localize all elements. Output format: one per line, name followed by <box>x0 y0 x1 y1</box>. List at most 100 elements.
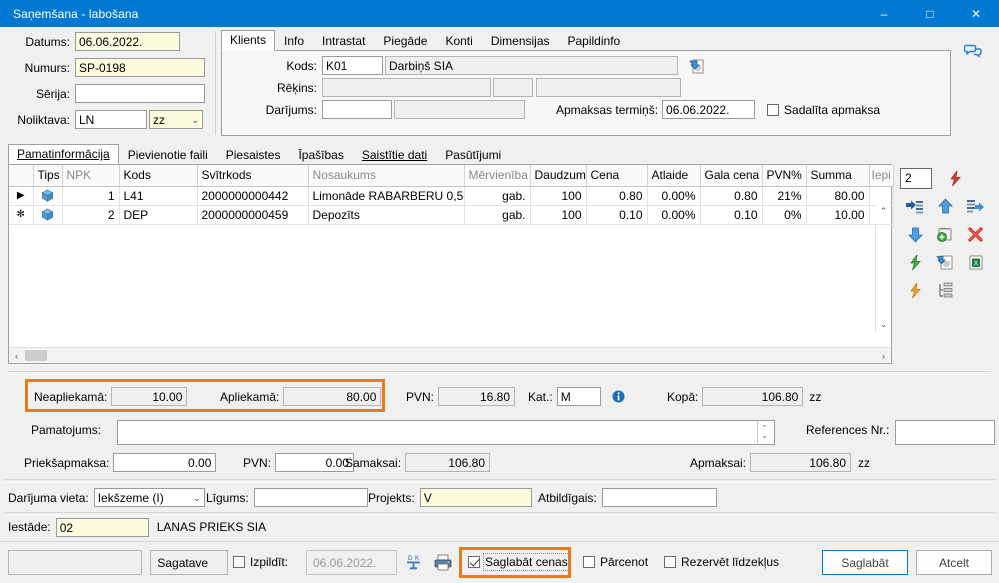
grid-vertical-scrollbar[interactable]: ⌃ ⌄ <box>875 203 891 332</box>
scroll-right-icon[interactable]: › <box>876 351 891 361</box>
excel-export-icon[interactable]: X <box>960 248 990 276</box>
blue-down-arrow-icon[interactable] <box>900 220 930 248</box>
col-svitrkods[interactable]: Svītrkods <box>197 165 309 187</box>
kat-input[interactable]: M <box>556 387 601 406</box>
minimize-icon[interactable]: – <box>861 0 907 27</box>
prieksapmaksa-input[interactable]: 0.00 <box>113 453 217 472</box>
tab-papildinfo[interactable]: Papildinfo <box>559 31 630 51</box>
datums-input[interactable]: 06.06.2022. <box>75 32 180 51</box>
kods-input[interactable]: K01 <box>322 56 383 75</box>
print-icon[interactable] <box>433 553 453 575</box>
saglabat-cenas-checkbox[interactable]: Saglabāt cenas <box>468 553 570 571</box>
tab-saistitie-dati[interactable]: Saistītie dati <box>353 145 436 165</box>
close-icon[interactable]: ✕ <box>953 0 999 27</box>
col-nosaukums[interactable]: Nosaukums <box>308 165 465 187</box>
info-icon[interactable] <box>612 390 625 403</box>
scroll-down-icon[interactable]: ⌄ <box>876 317 891 332</box>
scroll-left-icon[interactable]: ‹ <box>9 351 24 361</box>
parcenot-checkbox[interactable]: Pārcenot <box>583 555 648 569</box>
tab-info[interactable]: Info <box>275 31 313 51</box>
col-kods[interactable]: Kods <box>119 165 198 187</box>
izpildit-checkbox[interactable]: Izpildīt: <box>233 555 288 569</box>
col-tips[interactable]: Tips <box>33 165 63 187</box>
row-marker: ▶ <box>9 186 34 206</box>
col-gala-cena[interactable]: Gala cena <box>700 165 763 187</box>
cell-kods: DEP <box>119 205 198 225</box>
chat-bubbles-icon[interactable] <box>960 40 986 62</box>
darijuma-vieta-combo[interactable]: Iekšzeme (I) ⌄ <box>93 488 205 507</box>
add-document-icon[interactable] <box>930 220 960 248</box>
tree-list-icon[interactable] <box>930 276 960 304</box>
serija-input[interactable] <box>75 84 205 103</box>
rekins-input-3[interactable] <box>536 78 681 97</box>
tab-pasutijumi[interactable]: Pasūtījumi <box>436 145 510 165</box>
col-cena[interactable]: Cena <box>586 165 648 187</box>
tab-dimensijas[interactable]: Dimensijas <box>482 31 559 51</box>
table-row[interactable]: ✻ 2 DEP 2000000000459 Depozīts gab. 100 … <box>9 205 894 225</box>
tab-pievienotie-faili[interactable]: Pievienotie faili <box>119 145 217 165</box>
client-lookup-icon[interactable] <box>689 58 705 74</box>
tab-pamatinformacija[interactable]: Pamatinformācija <box>8 144 119 165</box>
blue-up-arrow-icon[interactable] <box>930 192 960 220</box>
debit-credit-icon[interactable]: D K <box>404 553 423 575</box>
ligums-input[interactable] <box>253 488 368 507</box>
apmaksas-termins-input[interactable]: 06.06.2022. <box>662 100 756 119</box>
pvn-total-input[interactable]: 16.80 <box>438 387 516 406</box>
col-pvn[interactable]: PVN% <box>762 165 807 187</box>
atbildigais-group: Atbildīgais: <box>538 488 717 507</box>
import-document-icon[interactable] <box>930 248 960 276</box>
references-nr-input[interactable] <box>895 420 995 445</box>
footer-status-input[interactable] <box>8 550 142 575</box>
atbildigais-input[interactable] <box>601 488 717 507</box>
tab-intrastat[interactable]: Intrastat <box>313 31 374 51</box>
rekins-input-1[interactable] <box>322 78 491 97</box>
col-mervieniba[interactable]: Mērvienība <box>464 165 531 187</box>
tab-konti[interactable]: Konti <box>436 31 481 51</box>
tab-klients[interactable]: Klients <box>221 30 276 51</box>
row-count-input[interactable]: 2 <box>900 167 932 189</box>
pamatojums-input[interactable]: ⌃ ⌄ <box>117 420 775 445</box>
noliktava-input[interactable]: LN <box>75 110 147 129</box>
tab-piesaistes[interactable]: Piesaistes <box>217 145 290 165</box>
client-panel: Klients Info Intrastat Piegāde Konti Dim… <box>221 30 951 136</box>
apmaksai-input[interactable]: 106.80 <box>750 453 852 472</box>
red-lightning-icon[interactable] <box>940 164 970 192</box>
samaksai-input[interactable]: 106.80 <box>405 453 491 472</box>
tab-piegade[interactable]: Piegāde <box>374 31 436 51</box>
list-export-icon[interactable] <box>960 192 990 220</box>
rekins-input-2[interactable] <box>493 78 533 97</box>
numurs-input[interactable]: SP-0198 <box>75 58 205 77</box>
blue-arrow-list-icon[interactable] <box>900 192 930 220</box>
izpildit-date-input[interactable]: 06.06.2022. <box>306 550 397 575</box>
col-summa[interactable]: Summa <box>806 165 870 187</box>
iestade-code-input[interactable]: 02 <box>55 517 149 537</box>
chevron-down-icon: ⌄ <box>193 492 201 503</box>
grid-horizontal-scrollbar[interactable]: ‹ › <box>9 347 891 363</box>
save-button[interactable]: Saglabāt <box>822 550 908 575</box>
apmaksas-termins-label: Apmaksas termiņš: <box>556 102 659 117</box>
kopa-input[interactable]: 106.80 <box>702 387 804 406</box>
darijums-input[interactable] <box>322 100 392 119</box>
field-row-noliktava: Noliktava: LN zz ⌄ <box>8 109 213 130</box>
neapliekama-input[interactable]: 10.00 <box>111 387 188 406</box>
col-iepi[interactable]: Iepi <box>869 165 894 187</box>
table-row[interactable]: ▶ 1 L41 2000000000442 Limonāde RABARBERU… <box>9 186 894 206</box>
col-npk[interactable]: NPK <box>62 165 120 187</box>
noliktava-currency-combo[interactable]: zz ⌄ <box>149 110 203 129</box>
tab-ipasibas[interactable]: Īpašības <box>289 145 352 165</box>
col-daudzums[interactable]: Daudzums <box>530 165 587 187</box>
red-delete-icon[interactable] <box>960 220 990 248</box>
payment-pvn-input[interactable]: 0.00 <box>275 453 355 472</box>
projekts-input[interactable]: V <box>419 488 532 507</box>
green-lightning-icon[interactable] <box>900 248 930 276</box>
scroll-up-icon[interactable]: ⌃ <box>876 203 891 219</box>
cancel-button[interactable]: Atcelt <box>916 550 992 575</box>
hscroll-thumb[interactable] <box>25 350 47 361</box>
rezervet-lidzeklus-checkbox[interactable]: Rezervēt līdzekļus <box>664 555 779 569</box>
col-atlaide[interactable]: Atlaide <box>647 165 701 187</box>
orange-lightning-icon[interactable] <box>900 276 930 304</box>
maximize-icon[interactable]: □ <box>907 0 953 27</box>
pamatojums-spinner[interactable]: ⌃ ⌄ <box>757 421 771 444</box>
sadalita-apmaksa-checkbox[interactable]: Sadalīta apmaksa <box>767 103 880 117</box>
apliekama-input[interactable]: 80.00 <box>283 387 382 406</box>
